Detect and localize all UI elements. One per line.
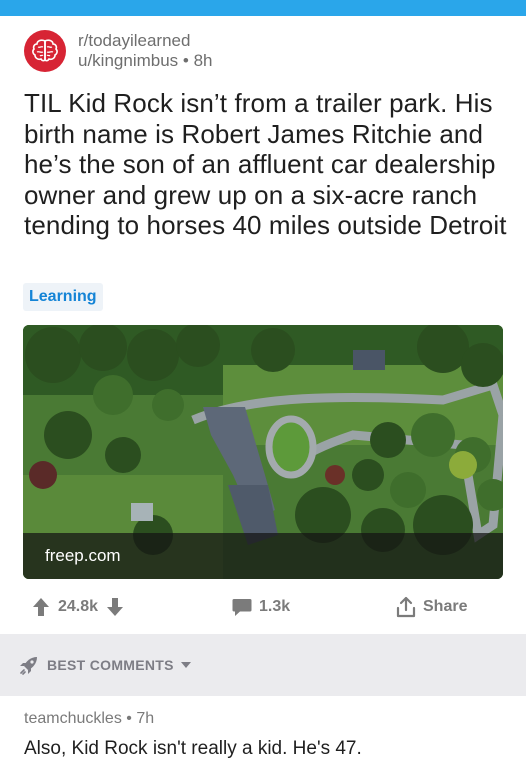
meta-separator: • bbox=[126, 710, 132, 727]
share-icon bbox=[396, 596, 416, 618]
comment: teamchuckles • 7h Also, Kid Rock isn't r… bbox=[24, 708, 514, 764]
comment-age: 7h bbox=[136, 710, 155, 727]
vote-controls: 24.8k bbox=[32, 588, 124, 626]
comment-count: 1.3k bbox=[259, 598, 291, 615]
link-domain: freep.com bbox=[45, 546, 121, 565]
share-label: Share bbox=[423, 598, 468, 615]
post-age: 8h bbox=[193, 51, 213, 70]
post-flair[interactable]: Learning bbox=[23, 283, 103, 311]
link-thumbnail[interactable]: freep.com bbox=[23, 325, 503, 579]
sort-label: BEST COMMENTS bbox=[47, 657, 174, 673]
share-button[interactable]: Share bbox=[396, 588, 475, 626]
score-count: 24.8k bbox=[58, 598, 99, 615]
post-title[interactable]: TIL Kid Rock isn’t from a trailer park. … bbox=[24, 88, 514, 241]
up-arrow-icon[interactable] bbox=[32, 597, 50, 617]
post-meta: r/todayilearned u/kingnimbus • 8h bbox=[78, 31, 213, 71]
comment-meta: teamchuckles • 7h bbox=[24, 708, 514, 730]
speech-bubble-icon bbox=[232, 598, 252, 616]
comments-button[interactable]: 1.3k bbox=[232, 588, 298, 626]
post-author[interactable]: u/kingnimbus bbox=[78, 51, 178, 70]
post-actions: 24.8k 1.3k Share bbox=[0, 588, 526, 626]
status-bar bbox=[0, 0, 526, 16]
comment-sort-selector[interactable]: BEST COMMENTS bbox=[19, 649, 192, 681]
comment-author[interactable]: teamchuckles bbox=[24, 710, 122, 727]
caret-down-icon bbox=[180, 662, 191, 668]
subreddit-name[interactable]: r/todayilearned bbox=[78, 31, 213, 51]
down-arrow-icon[interactable] bbox=[106, 597, 124, 617]
subreddit-avatar[interactable] bbox=[24, 30, 66, 72]
brain-icon bbox=[32, 39, 58, 62]
post-header: r/todayilearned u/kingnimbus • 8h bbox=[24, 30, 213, 72]
link-domain-bar: freep.com bbox=[23, 533, 503, 579]
post-author-line: u/kingnimbus • 8h bbox=[78, 51, 213, 71]
rocket-icon bbox=[20, 657, 37, 675]
meta-separator: • bbox=[182, 51, 189, 70]
comment-body: Also, Kid Rock isn't really a kid. He's … bbox=[24, 738, 362, 759]
